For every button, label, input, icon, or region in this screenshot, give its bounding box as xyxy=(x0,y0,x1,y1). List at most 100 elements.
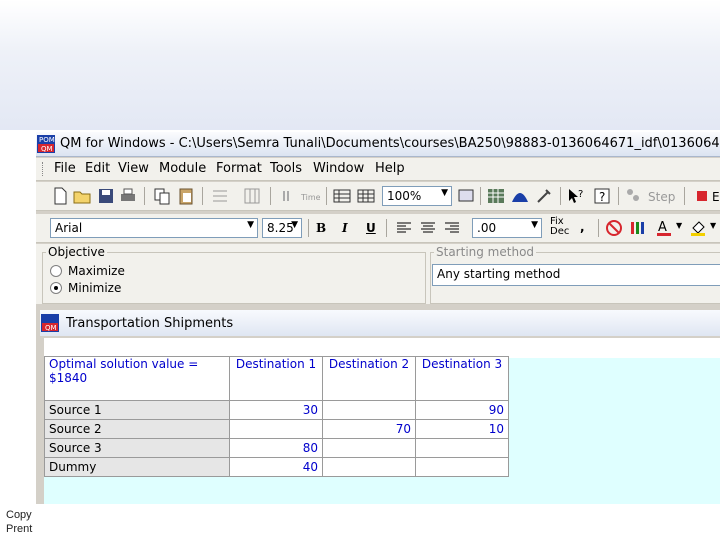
step-label[interactable]: Step xyxy=(648,190,675,204)
format-toolbar: Arial ▼ 8.25 ▼ B I U .00 ▼ Fix Dec , A ▼… xyxy=(36,214,720,243)
table-cell[interactable] xyxy=(415,457,509,477)
menu-grip xyxy=(42,162,46,176)
grid-icon[interactable] xyxy=(356,186,376,206)
starting-method-select[interactable]: Any starting method xyxy=(432,264,720,286)
table-cell[interactable]: 80 xyxy=(229,438,323,458)
zoom-value: 100% xyxy=(387,189,422,203)
fix-dec-bottom: Dec xyxy=(550,226,570,237)
column-header: Destination 1 xyxy=(229,356,323,401)
insert-row-icon[interactable] xyxy=(210,186,230,206)
align-left-icon[interactable] xyxy=(394,218,414,238)
edit-label[interactable]: E xyxy=(712,190,720,204)
maximize-label[interactable]: Maximize xyxy=(68,264,125,278)
comma-button[interactable]: , xyxy=(580,220,585,234)
svg-text:POM: POM xyxy=(39,136,55,144)
window-title: QM for Windows - C:\Users\Semra Tunali\D… xyxy=(60,136,720,151)
table-cell[interactable] xyxy=(229,419,323,439)
table-cell[interactable] xyxy=(415,438,509,458)
title-bar[interactable]: POM QM QM for Windows - C:\Users\Semra T… xyxy=(36,132,720,157)
chevron-down-icon: ▼ xyxy=(291,220,298,230)
menu-window[interactable]: Window xyxy=(313,161,364,176)
font-color-icon[interactable]: A xyxy=(654,218,674,238)
menu-bar: File Edit View Module Format Tools Windo… xyxy=(36,158,720,181)
chevron-down-icon[interactable]: ▼ xyxy=(710,221,716,230)
menu-view[interactable]: View xyxy=(118,161,149,176)
svg-text:?: ? xyxy=(578,189,583,200)
table-row: Source 1 30 90 xyxy=(44,400,509,420)
menu-module[interactable]: Module xyxy=(159,161,206,176)
row-header: Source 3 xyxy=(44,438,230,458)
tools-icon[interactable] xyxy=(534,186,554,206)
table-cell[interactable]: 70 xyxy=(322,419,416,439)
menu-help[interactable]: Help xyxy=(375,161,405,176)
qm-app-icon: POM QM xyxy=(37,135,55,153)
slide-background xyxy=(0,0,720,130)
decimals-select[interactable]: .00 ▼ xyxy=(472,218,542,238)
minimize-radio[interactable] xyxy=(50,282,62,294)
chevron-down-icon[interactable]: ▼ xyxy=(676,221,682,230)
step-icon[interactable] xyxy=(624,186,644,206)
align-right-icon[interactable] xyxy=(442,218,462,238)
svg-text:QM: QM xyxy=(45,324,57,332)
table-row: Dummy 40 xyxy=(44,457,509,477)
stop-icon[interactable] xyxy=(692,186,712,206)
shipments-table: Optimal solution value = $1840 Destinati… xyxy=(44,356,509,477)
table-cell[interactable]: 40 xyxy=(229,457,323,477)
starting-method-label: Starting method xyxy=(434,245,537,259)
minimize-label[interactable]: Minimize xyxy=(68,281,121,295)
open-folder-icon[interactable] xyxy=(72,186,92,206)
table-cell[interactable]: 10 xyxy=(415,419,509,439)
solution-value-cell: Optimal solution value = $1840 xyxy=(44,356,230,401)
insert-column-icon[interactable] xyxy=(242,186,262,206)
column-header: Destination 3 xyxy=(415,356,509,401)
zoom-select[interactable]: 100% ▼ xyxy=(382,186,452,206)
solve-grid-icon[interactable] xyxy=(486,186,506,206)
maximize-radio[interactable] xyxy=(50,265,62,277)
transportation-shipments-window: QM Transportation Shipments Optimal solu… xyxy=(36,308,720,504)
objective-group xyxy=(42,252,426,304)
context-help-icon[interactable]: ? xyxy=(566,186,586,206)
row-header: Dummy xyxy=(44,457,230,477)
zero-suppress-icon[interactable] xyxy=(604,218,624,238)
font-select[interactable]: Arial ▼ xyxy=(50,218,258,238)
svg-text:Time: Time xyxy=(300,193,320,202)
table-cell[interactable]: 30 xyxy=(229,400,323,420)
child-title-bar[interactable]: QM Transportation Shipments xyxy=(40,310,720,336)
table-icon[interactable] xyxy=(332,186,352,206)
save-icon[interactable] xyxy=(96,186,116,206)
normal-curve-icon[interactable] xyxy=(510,186,530,206)
fix-dec-button[interactable]: Fix Dec xyxy=(550,217,569,237)
footer-line1: Copy xyxy=(6,509,32,521)
table-cell[interactable] xyxy=(322,438,416,458)
menu-format[interactable]: Format xyxy=(216,161,262,176)
column-color-icon[interactable] xyxy=(628,218,648,238)
underline-button[interactable]: U xyxy=(366,221,376,235)
time-icon[interactable]: Time xyxy=(300,186,320,206)
column-header: Destination 2 xyxy=(322,356,416,401)
menu-tools[interactable]: Tools xyxy=(270,161,302,176)
solution-label: Optimal solution value = xyxy=(49,357,199,371)
table-cell[interactable]: 90 xyxy=(415,400,509,420)
font-size-select[interactable]: 8.25 ▼ xyxy=(262,218,302,238)
standard-toolbar: Time 100% ▼ ? ? Step E xyxy=(36,182,720,211)
app-window: POM QM QM for Windows - C:\Users\Semra T… xyxy=(36,132,720,504)
fill-color-icon[interactable] xyxy=(688,218,708,238)
table-cell[interactable] xyxy=(322,400,416,420)
objective-label: Objective xyxy=(46,245,107,259)
monitor-icon[interactable] xyxy=(456,186,476,206)
pause-icon[interactable] xyxy=(276,186,296,206)
align-center-icon[interactable] xyxy=(418,218,438,238)
new-file-icon[interactable] xyxy=(50,186,70,206)
menu-edit[interactable]: Edit xyxy=(85,161,110,176)
copy-icon[interactable] xyxy=(152,186,172,206)
bold-button[interactable]: B xyxy=(316,221,326,235)
svg-text:A: A xyxy=(658,220,667,235)
help-icon[interactable]: ? xyxy=(592,186,612,206)
italic-button[interactable]: I xyxy=(342,221,348,235)
menu-file[interactable]: File xyxy=(54,161,76,176)
print-icon[interactable] xyxy=(118,186,138,206)
table-cell[interactable] xyxy=(322,457,416,477)
paste-icon[interactable] xyxy=(176,186,196,206)
font-size-value: 8.25 xyxy=(267,221,294,235)
svg-text:?: ? xyxy=(599,190,605,204)
